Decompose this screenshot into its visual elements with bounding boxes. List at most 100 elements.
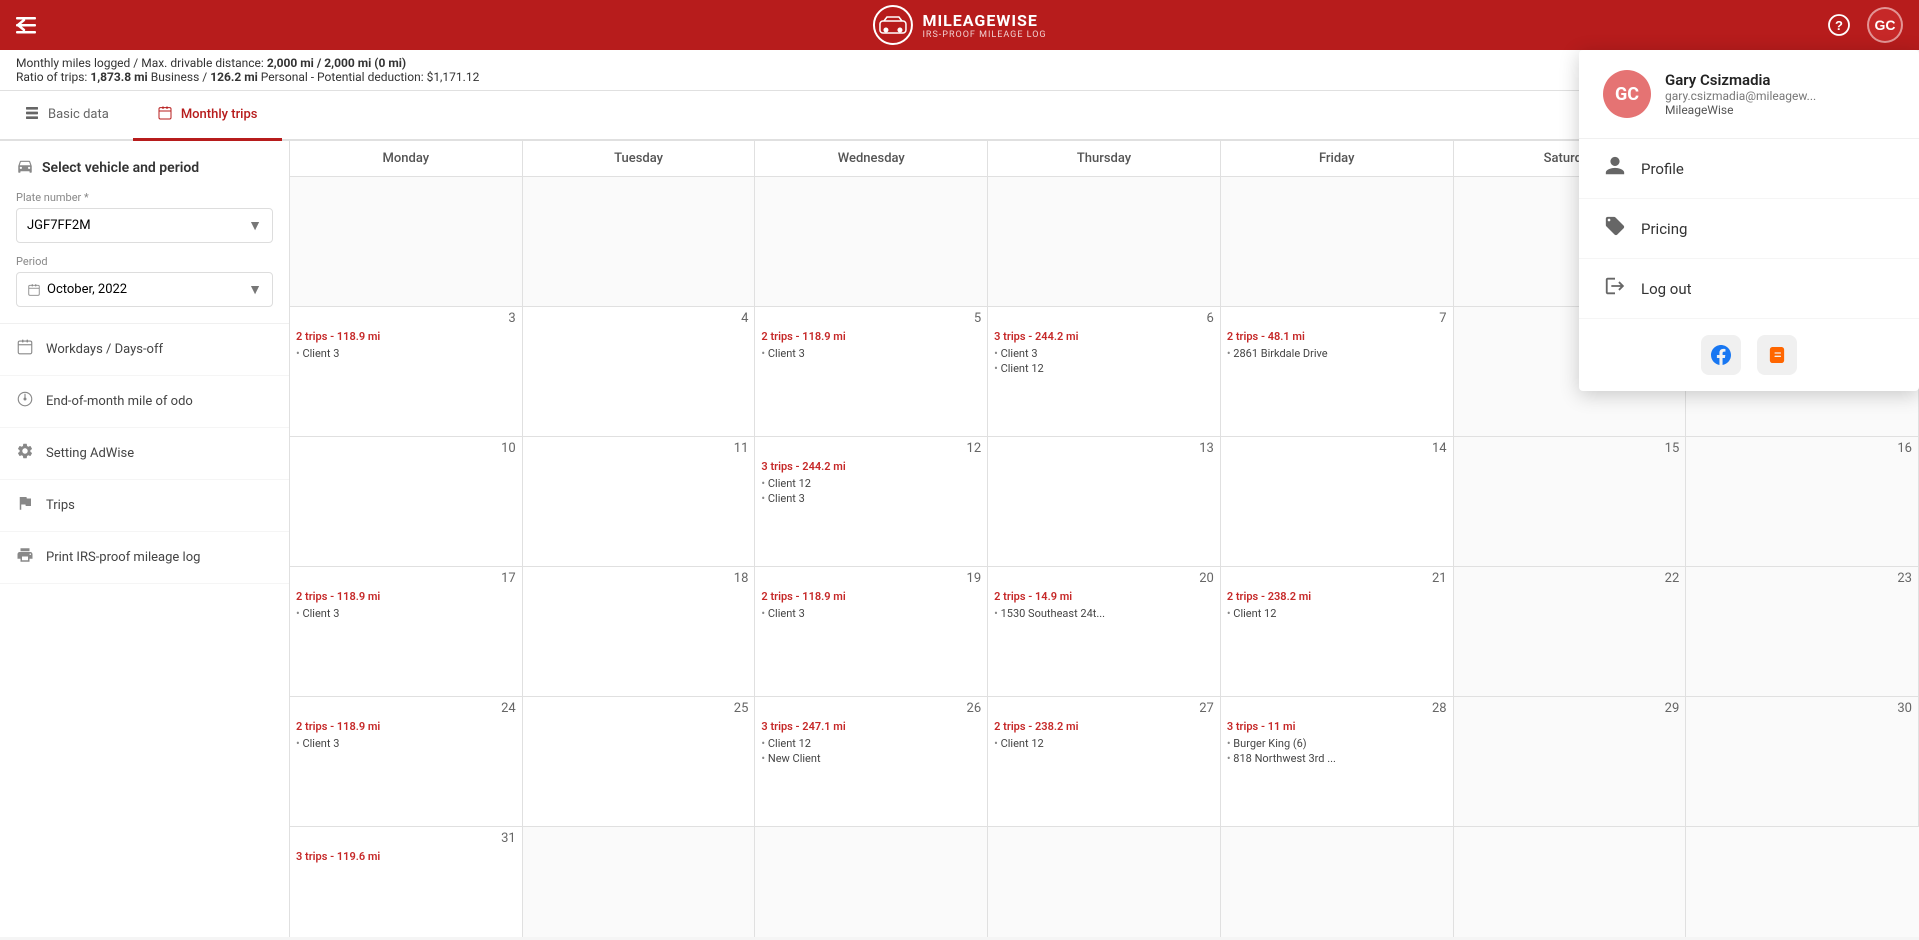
cal-date: 21 [1227, 571, 1447, 586]
cal-cell[interactable]: 23 [1686, 567, 1919, 697]
cal-client: Client 3 [296, 607, 516, 620]
sidebar-item-print[interactable]: Print IRS-proof mileage log [0, 532, 289, 584]
cal-date: 13 [994, 441, 1214, 456]
cal-client: Client 12 [994, 362, 1214, 375]
cal-cell[interactable]: 25 [523, 697, 756, 827]
sidebar-item-label-adwise: Setting AdWise [46, 446, 134, 461]
cal-date: 17 [296, 571, 516, 586]
cal-date: 14 [1227, 441, 1447, 456]
cal-cell[interactable]: 30 [1686, 697, 1919, 827]
sidebar: Select vehicle and period Plate number *… [0, 141, 290, 937]
cal-cell[interactable]: 16 [1686, 437, 1919, 567]
cal-date: 28 [1227, 701, 1447, 716]
sidebar-item-label-odometer: End-of-month mile of odo [46, 394, 193, 409]
cal-header-thursday: Thursday [988, 141, 1221, 176]
cal-trips-count: 2 trips - 118.9 mi [296, 590, 516, 603]
sidebar-menu: Workdays / Days-off End-of-month mile of … [0, 324, 289, 584]
cal-cell [988, 827, 1221, 937]
cal-cell[interactable]: 63 trips - 244.2 miClient 3Client 12 [988, 307, 1221, 437]
cal-cell[interactable]: 313 trips - 119.6 mi [290, 827, 523, 937]
cal-header-tuesday: Tuesday [523, 141, 756, 176]
tab-basic-data[interactable]: Basic data [0, 91, 133, 141]
app-header: MILEAGEWISE IRS-PROOF MILEAGE LOG ? GC [0, 0, 1919, 50]
cal-client: Client 3 [296, 737, 516, 750]
app-tagline: IRS-PROOF MILEAGE LOG [922, 30, 1046, 40]
sidebar-item-odometer[interactable]: End-of-month mile of odo [0, 376, 289, 428]
tab-monthly-trips[interactable]: Monthly trips [133, 91, 282, 141]
tab-monthly-trips-label: Monthly trips [181, 107, 258, 122]
cal-date: 23 [1692, 571, 1912, 586]
cal-cell[interactable]: 272 trips - 238.2 miClient 12 [988, 697, 1221, 827]
cal-cell[interactable]: 52 trips - 118.9 miClient 3 [755, 307, 988, 437]
cal-client: Client 12 [1227, 607, 1447, 620]
cal-cell[interactable]: 29 [1454, 697, 1687, 827]
blogger-button[interactable] [1757, 335, 1797, 375]
profile-email: gary.csizmadia@mileagew... [1665, 89, 1816, 103]
cal-trips-count: 2 trips - 238.2 mi [1227, 590, 1447, 603]
cal-cell[interactable]: 21 2 trips - 238.2 mi Client 12 [1221, 567, 1454, 697]
cal-cell [1221, 827, 1454, 937]
cal-client: Client 12 [761, 477, 981, 490]
cal-date: 15 [1460, 441, 1680, 456]
cal-client: Burger King (6) [1227, 737, 1447, 750]
cal-trips-count: 2 trips - 118.9 mi [296, 720, 516, 733]
sidebar-item-trips[interactable]: Trips [0, 480, 289, 532]
cal-cell[interactable]: 123 trips - 244.2 miClient 12Client 3 [755, 437, 988, 567]
help-button[interactable]: ? [1827, 13, 1851, 37]
profile-name: Gary Csizmadia [1665, 71, 1816, 89]
cal-client: Client 12 [761, 737, 981, 750]
back-button[interactable] [16, 15, 40, 35]
sidebar-item-label-workdays: Workdays / Days-off [46, 342, 163, 357]
profile-menu-item-logout[interactable]: Log out [1579, 259, 1919, 319]
cal-cell[interactable]: 15 [1454, 437, 1687, 567]
cal-date: 7 [1227, 311, 1447, 326]
cal-client: 2861 Birkdale Drive [1227, 347, 1447, 360]
cal-cell[interactable]: 202 trips - 14.9 mi1530 Southeast 24t... [988, 567, 1221, 697]
facebook-button[interactable] [1701, 335, 1741, 375]
cal-cell[interactable]: 14 [1221, 437, 1454, 567]
cal-cell[interactable]: 18 [523, 567, 756, 697]
profile-menu-item-profile[interactable]: Profile [1579, 139, 1919, 199]
profile-popup-header: GC Gary Csizmadia gary.csizmadia@mileage… [1579, 50, 1919, 139]
cal-cell [290, 177, 523, 307]
cal-date: 19 [761, 571, 981, 586]
cal-cell[interactable]: 10 [290, 437, 523, 567]
cal-trips-count: 3 trips - 11 mi [1227, 720, 1447, 733]
cal-date: 3 [296, 311, 516, 326]
cal-date: 31 [296, 831, 516, 846]
cal-date: 30 [1692, 701, 1912, 716]
svg-text:?: ? [1835, 18, 1843, 33]
cal-cell[interactable]: 17 2 trips - 118.9 mi Client 3 [290, 567, 523, 697]
sidebar-item-adwise[interactable]: Setting AdWise [0, 428, 289, 480]
social-links [1579, 319, 1919, 391]
plate-input[interactable]: JGF7FF2M ▼ [16, 208, 273, 243]
print-icon [16, 546, 34, 569]
cal-cell[interactable]: 32 trips - 118.9 miClient 3 [290, 307, 523, 437]
cal-cell[interactable]: 4 [523, 307, 756, 437]
sidebar-item-label-trips: Trips [46, 498, 75, 513]
cal-date: 29 [1460, 701, 1680, 716]
cal-cell[interactable]: 283 trips - 11 miBurger King (6)818 Nort… [1221, 697, 1454, 827]
person-icon [1603, 155, 1627, 182]
sidebar-item-workdays[interactable]: Workdays / Days-off [0, 324, 289, 376]
cal-cell [1686, 827, 1919, 937]
cal-date: 22 [1460, 571, 1680, 586]
profile-menu-item-pricing[interactable]: Pricing [1579, 199, 1919, 259]
user-avatar-button[interactable]: GC [1867, 7, 1903, 43]
profile-label: Profile [1641, 160, 1684, 178]
cal-cell[interactable]: 72 trips - 48.1 mi2861 Birkdale Drive [1221, 307, 1454, 437]
period-input[interactable]: October, 2022 ▼ [16, 272, 273, 307]
cal-header-friday: Friday [1221, 141, 1454, 176]
period-label: Period [16, 255, 273, 268]
tab-basic-data-label: Basic data [48, 107, 109, 122]
pricing-icon [1603, 215, 1627, 242]
cal-cell [988, 177, 1221, 307]
cal-cell[interactable]: 11 [523, 437, 756, 567]
cal-cell[interactable]: 22 [1454, 567, 1687, 697]
cal-trips-count: 3 trips - 247.1 mi [761, 720, 981, 733]
cal-cell[interactable]: 242 trips - 118.9 miClient 3 [290, 697, 523, 827]
info-bar-line2: Ratio of trips: 1,873.8 mi Business / 12… [16, 70, 479, 84]
cal-cell[interactable]: 13 [988, 437, 1221, 567]
cal-cell[interactable]: 263 trips - 247.1 miClient 12New Client [755, 697, 988, 827]
cal-cell[interactable]: 192 trips - 118.9 miClient 3 [755, 567, 988, 697]
